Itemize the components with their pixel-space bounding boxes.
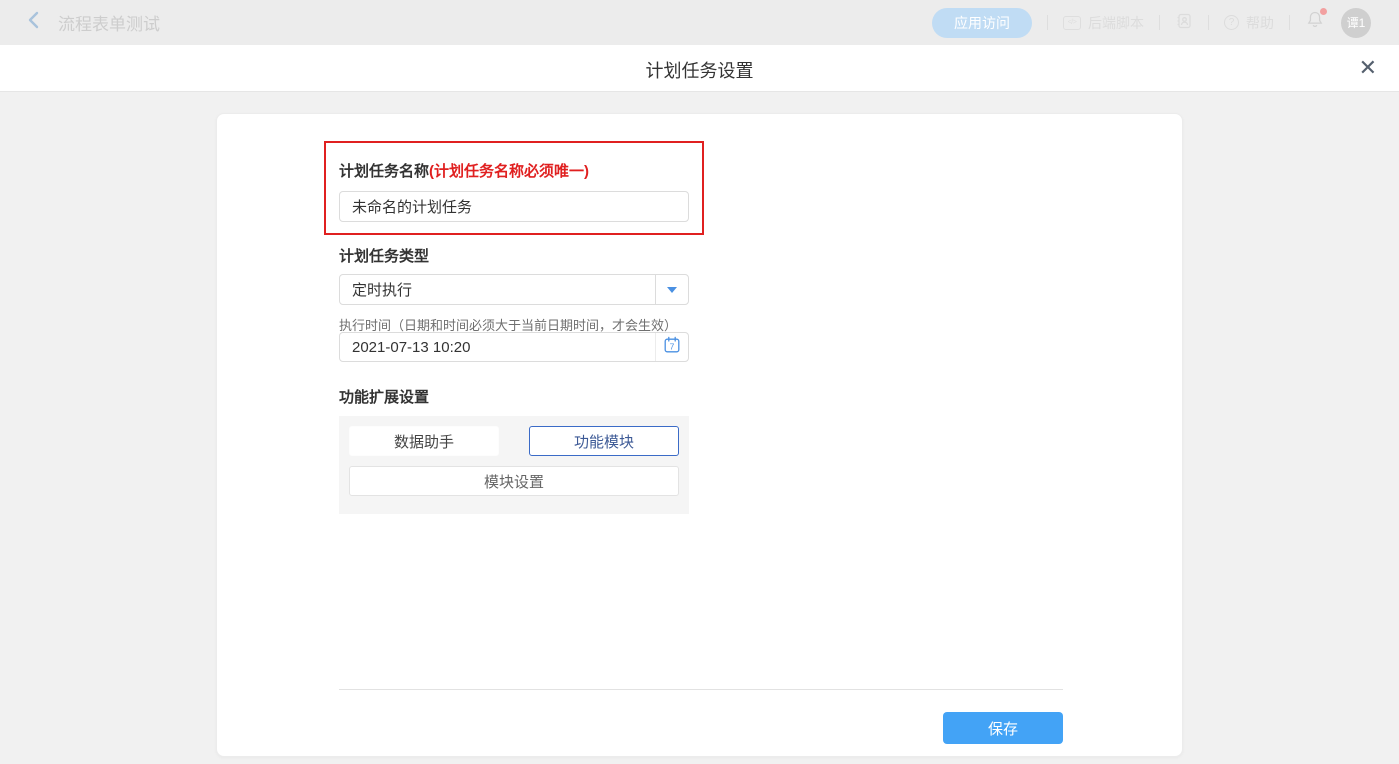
extension-panel: 数据助手 功能模块 模块设置 — [339, 416, 689, 514]
chevron-left-icon — [26, 10, 42, 35]
dropdown-arrow-cell[interactable] — [655, 275, 688, 304]
topbar: 流程表单测试 应用访问 </> 后端脚本 ? 帮助 — [0, 0, 1399, 45]
close-button[interactable]: ✕ — [1359, 54, 1377, 82]
task-name-input[interactable] — [339, 191, 689, 222]
close-icon: ✕ — [1359, 55, 1377, 80]
divider — [1289, 15, 1290, 30]
task-name-required-hint: (计划任务名称必须唯一) — [429, 163, 589, 180]
task-name-label-text: 计划任务名称 — [339, 163, 429, 180]
function-module-button[interactable]: 功能模块 — [529, 426, 679, 456]
backend-script-button[interactable]: </> 后端脚本 — [1063, 13, 1144, 33]
chevron-down-icon — [667, 287, 677, 293]
avatar[interactable]: 谭1 — [1341, 8, 1371, 38]
document-title: 流程表单测试 — [58, 10, 160, 35]
calendar-cell[interactable]: 7 — [655, 333, 688, 361]
task-name-label: 计划任务名称(计划任务名称必须唯一) — [339, 160, 589, 181]
app-access-button[interactable]: 应用访问 — [932, 8, 1032, 38]
help-button[interactable]: ? 帮助 — [1224, 13, 1274, 33]
execute-time-input[interactable]: 2021-07-13 10:20 7 — [339, 332, 689, 362]
task-type-select[interactable]: 定时执行 — [339, 274, 689, 305]
backend-script-label: 后端脚本 — [1088, 13, 1144, 33]
contacts-icon — [1175, 12, 1193, 33]
settings-card: 计划任务名称(计划任务名称必须唯一) 计划任务类型 定时执行 执行时间（日期和时… — [216, 113, 1183, 757]
divider — [1159, 15, 1160, 30]
help-icon: ? — [1224, 15, 1239, 30]
extension-settings-label: 功能扩展设置 — [339, 386, 429, 407]
calendar-icon: 7 — [662, 335, 682, 360]
data-assistant-button[interactable]: 数据助手 — [349, 426, 499, 456]
save-button[interactable]: 保存 — [943, 712, 1063, 744]
divider — [1208, 15, 1209, 30]
task-type-label: 计划任务类型 — [339, 245, 429, 266]
help-label: 帮助 — [1246, 13, 1274, 33]
back-button[interactable] — [26, 10, 42, 35]
calendar-day-number: 7 — [670, 341, 675, 351]
footer-divider — [339, 689, 1063, 690]
code-icon: </> — [1063, 16, 1081, 30]
modal-title: 计划任务设置 — [0, 57, 1399, 83]
divider — [1047, 15, 1048, 30]
modal-header: 计划任务设置 ✕ — [0, 45, 1399, 92]
notifications-button[interactable] — [1305, 9, 1325, 36]
execute-time-value: 2021-07-13 10:20 — [340, 333, 655, 361]
module-settings-button[interactable]: 模块设置 — [349, 466, 679, 496]
notification-dot — [1320, 8, 1327, 15]
contacts-button[interactable] — [1175, 12, 1193, 33]
task-type-value: 定时执行 — [340, 275, 655, 304]
